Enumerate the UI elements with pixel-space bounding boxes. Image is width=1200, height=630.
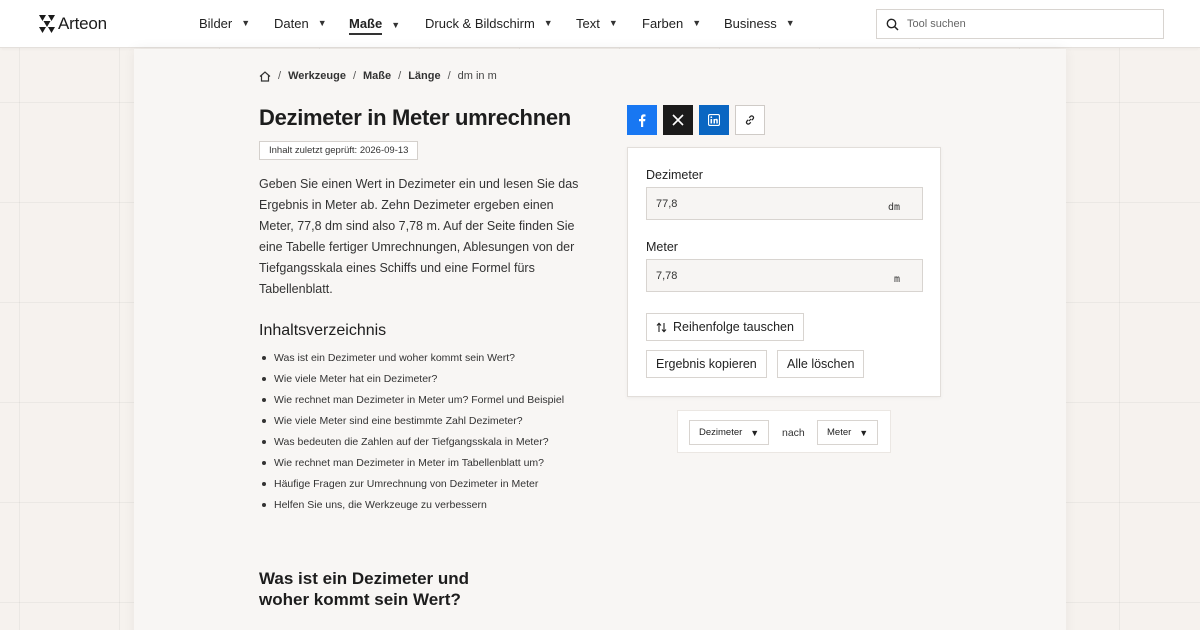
section-heading: Was ist ein Dezimeter und woher kommt se… bbox=[259, 569, 470, 609]
nav-farben[interactable]: Farben ▼ bbox=[642, 16, 701, 31]
converter-card: Dezimeter 77,8 dm Meter 7,78 m Reihenfol… bbox=[627, 147, 941, 397]
caret-down-icon: ▼ bbox=[543, 17, 553, 28]
search-input[interactable] bbox=[907, 18, 1137, 30]
copy-link-button[interactable] bbox=[735, 105, 765, 135]
breadcrumb-separator: / bbox=[278, 70, 282, 82]
nav-label: Daten bbox=[274, 16, 309, 31]
nav-label: Business bbox=[724, 16, 777, 31]
facebook-icon bbox=[639, 113, 646, 127]
linkedin-icon bbox=[708, 114, 720, 126]
connector-text: nach bbox=[782, 427, 805, 439]
nav-business[interactable]: Business ▼ bbox=[724, 16, 795, 31]
caret-down-icon: ▼ bbox=[241, 17, 251, 28]
clear-all-button[interactable]: Alle löschen bbox=[777, 350, 865, 378]
share-x-button[interactable] bbox=[663, 105, 693, 135]
intro-text: Geben Sie einen Wert in Dezimeter ein un… bbox=[259, 177, 579, 296]
breadcrumb-separator: / bbox=[352, 70, 356, 82]
to-unit-selected: Meter bbox=[827, 427, 852, 438]
from-label: Dezimeter bbox=[646, 168, 703, 182]
top-navigation-bar: Arteon Bilder ▼ Daten ▼ Maße ▼ Druck & B… bbox=[0, 0, 1200, 48]
caret-down-icon: ▼ bbox=[785, 17, 795, 28]
toc-item[interactable]: Wie rechnet man Dezimeter in Meter im Ta… bbox=[259, 452, 599, 473]
caret-down-icon: ▼ bbox=[608, 17, 618, 28]
toc-item[interactable]: Wie rechnet man Dezimeter in Meter um? F… bbox=[259, 389, 599, 410]
to-value: 7,78 bbox=[656, 270, 678, 282]
nav-daten[interactable]: Daten ▼ bbox=[274, 16, 327, 31]
x-icon bbox=[672, 114, 684, 126]
share-linkedin-button[interactable] bbox=[699, 105, 729, 135]
breadcrumb-laenge[interactable]: Länge bbox=[408, 70, 440, 82]
nav-bilder[interactable]: Bilder ▼ bbox=[199, 16, 250, 31]
to-unit-dropdown[interactable]: Meter ▼ bbox=[817, 420, 879, 445]
share-facebook-button[interactable] bbox=[627, 105, 657, 135]
toc-item[interactable]: Was bedeuten die Zahlen auf der Tiefgang… bbox=[259, 431, 599, 452]
breadcrumb-separator: / bbox=[398, 70, 402, 82]
to-unit: m bbox=[893, 274, 900, 285]
nav-label: Text bbox=[576, 16, 600, 31]
from-unit-selected: Dezimeter bbox=[699, 427, 743, 438]
breadcrumb-current: dm in m bbox=[457, 70, 497, 82]
copy-result-button[interactable]: Ergebnis kopieren bbox=[646, 350, 767, 378]
arteon-logo-icon bbox=[39, 15, 55, 33]
caret-down-icon: ▼ bbox=[750, 427, 760, 438]
clear-all-label: Alle löschen bbox=[787, 357, 855, 371]
nav-text[interactable]: Text ▼ bbox=[576, 16, 618, 31]
toc-item[interactable]: Wie viele Meter hat ein Dezimeter? bbox=[259, 368, 599, 389]
nav-masse[interactable]: Maße ▼ bbox=[349, 16, 400, 35]
swap-button[interactable]: Reihenfolge tauschen bbox=[646, 313, 804, 341]
page-title: Dezimeter in Meter umrechnen bbox=[259, 105, 571, 130]
home-icon[interactable] bbox=[259, 70, 271, 82]
unit-selector: Dezimeter ▼ nach Meter ▼ bbox=[677, 410, 891, 453]
from-unit: dm bbox=[887, 202, 900, 213]
logo[interactable]: Arteon bbox=[39, 14, 107, 34]
share-buttons bbox=[627, 105, 765, 135]
toc-title: Inhaltsverzeichnis bbox=[259, 322, 387, 339]
nav-label: Druck & Bildschirm bbox=[425, 16, 535, 31]
caret-down-icon: ▼ bbox=[859, 427, 869, 438]
swap-label: Reihenfolge tauschen bbox=[673, 320, 794, 334]
toc-item[interactable]: Wie viele Meter sind eine bestimmte Zahl… bbox=[259, 410, 599, 431]
search-box[interactable] bbox=[876, 9, 1164, 39]
last-checked-badge: Inhalt zuletzt geprüft: 2026-09-13 bbox=[259, 141, 419, 160]
copy-result-label: Ergebnis kopieren bbox=[656, 357, 757, 371]
nav-label: Farben bbox=[642, 16, 684, 31]
breadcrumb-masse[interactable]: Maße bbox=[363, 70, 391, 82]
toc-item[interactable]: Was ist ein Dezimeter und woher kommt se… bbox=[259, 347, 599, 368]
nav-label: Bilder bbox=[199, 16, 233, 31]
link-icon bbox=[745, 115, 755, 125]
table-of-contents: Was ist ein Dezimeter und woher kommt se… bbox=[259, 347, 599, 515]
caret-down-icon: ▼ bbox=[317, 17, 327, 28]
nav-label: Maße bbox=[349, 16, 383, 35]
from-value: 77,8 bbox=[656, 198, 678, 210]
to-input[interactable]: 7,78 m bbox=[646, 259, 923, 292]
breadcrumb-werkzeuge[interactable]: Werkzeuge bbox=[288, 70, 346, 82]
nav-druck-bildschirm[interactable]: Druck & Bildschirm ▼ bbox=[425, 16, 553, 31]
to-label: Meter bbox=[646, 240, 678, 254]
from-unit-dropdown[interactable]: Dezimeter ▼ bbox=[689, 420, 770, 445]
caret-down-icon: ▼ bbox=[391, 19, 401, 30]
logo-text: Arteon bbox=[58, 14, 107, 33]
search-icon bbox=[886, 18, 899, 31]
breadcrumb-separator: / bbox=[447, 70, 451, 82]
breadcrumb: / Werkzeuge / Maße / Länge / dm in m bbox=[259, 70, 497, 82]
from-input[interactable]: 77,8 dm bbox=[646, 187, 923, 220]
caret-down-icon: ▼ bbox=[692, 17, 702, 28]
swap-arrows-icon bbox=[656, 321, 667, 333]
toc-item[interactable]: Häufige Fragen zur Umrechnung von Dezime… bbox=[259, 473, 599, 494]
toc-item[interactable]: Helfen Sie uns, die Werkzeuge zu verbess… bbox=[259, 494, 599, 515]
